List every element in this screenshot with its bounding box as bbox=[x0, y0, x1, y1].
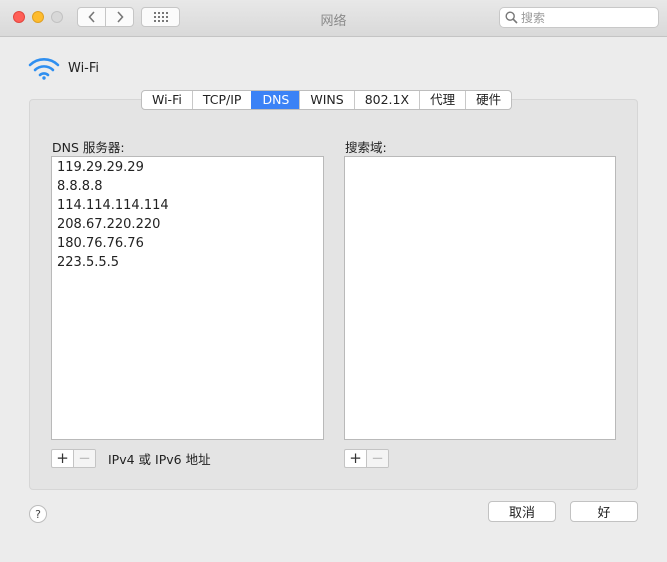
dns-hint-label: IPv4 或 IPv6 地址 bbox=[108, 452, 211, 467]
list-item[interactable]: 223.5.5.5 bbox=[52, 253, 323, 272]
list-item[interactable]: 180.76.76.76 bbox=[52, 234, 323, 253]
list-item[interactable]: 208.67.220.220 bbox=[52, 215, 323, 234]
remove-search-domain-button[interactable]: − bbox=[366, 450, 388, 467]
dns-servers-list[interactable]: 119.29.29.29 8.8.8.8 114.114.114.114 208… bbox=[51, 156, 324, 440]
list-item[interactable]: 119.29.29.29 bbox=[52, 158, 323, 177]
search-domains-add-remove-group: + − bbox=[344, 449, 389, 468]
add-dns-button[interactable]: + bbox=[52, 450, 73, 467]
tab-bar: Wi-Fi TCP/IP DNS WINS 802.1X 代理 硬件 bbox=[141, 90, 513, 110]
list-item[interactable]: 114.114.114.114 bbox=[52, 196, 323, 215]
tab-tcpip[interactable]: TCP/IP bbox=[191, 91, 252, 109]
remove-dns-button[interactable]: − bbox=[73, 450, 95, 467]
search-field[interactable] bbox=[499, 7, 659, 28]
search-domains-list[interactable] bbox=[344, 156, 616, 440]
dns-servers-label: DNS 服务器: bbox=[52, 140, 125, 155]
search-input[interactable] bbox=[521, 10, 651, 25]
list-item[interactable]: 8.8.8.8 bbox=[52, 177, 323, 196]
search-domains-label: 搜索域: bbox=[345, 140, 387, 155]
title-bar: 网络 bbox=[0, 0, 667, 37]
interface-name: Wi-Fi bbox=[68, 60, 100, 76]
tab-wins[interactable]: WINS bbox=[299, 91, 353, 109]
tab-dns[interactable]: DNS bbox=[251, 91, 300, 109]
add-search-domain-button[interactable]: + bbox=[345, 450, 366, 467]
tab-hardware[interactable]: 硬件 bbox=[465, 91, 511, 109]
tab-wifi[interactable]: Wi-Fi bbox=[142, 91, 192, 109]
wifi-icon bbox=[28, 58, 60, 80]
ok-button[interactable]: 好 bbox=[570, 501, 638, 522]
cancel-button[interactable]: 取消 bbox=[488, 501, 556, 522]
help-button[interactable]: ? bbox=[29, 505, 47, 523]
dns-add-remove-group: + − bbox=[51, 449, 96, 468]
search-icon bbox=[505, 11, 518, 24]
interface-header: Wi-Fi bbox=[28, 56, 99, 80]
tab-8021x[interactable]: 802.1X bbox=[353, 91, 419, 109]
tab-proxy[interactable]: 代理 bbox=[419, 91, 465, 109]
